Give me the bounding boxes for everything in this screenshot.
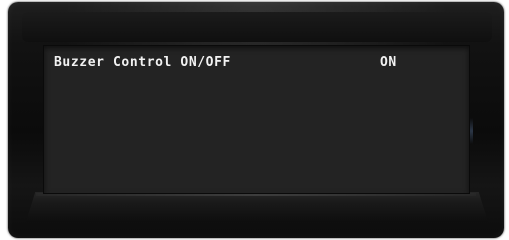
lcd-screen: Buzzer Control ON/OFF ON — [43, 45, 470, 194]
bezel-top-rim — [22, 12, 492, 42]
bezel-bottom-ledge — [26, 192, 488, 222]
buzzer-control-value: ON — [380, 55, 397, 70]
buzzer-control-label: Buzzer Control ON/OFF — [54, 55, 231, 70]
bezel-reflection — [470, 118, 473, 144]
lcd-display-photo: Buzzer Control ON/OFF ON — [0, 0, 509, 240]
menu-line: Buzzer Control ON/OFF ON — [54, 54, 459, 72]
